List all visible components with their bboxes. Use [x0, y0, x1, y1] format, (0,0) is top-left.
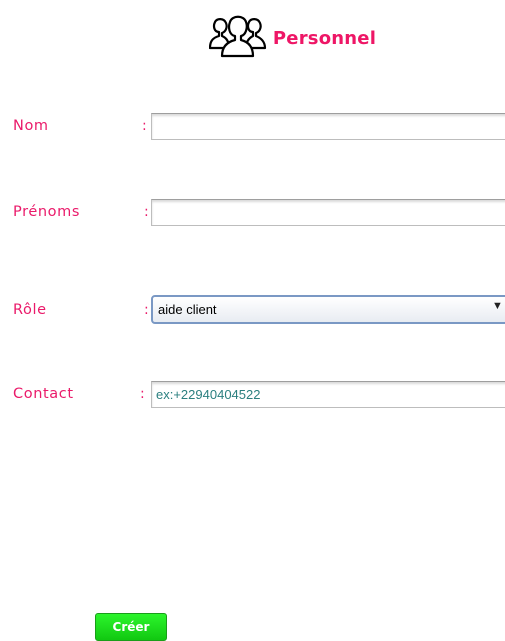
nom-label: Nom [13, 118, 49, 134]
contact-input[interactable] [151, 381, 505, 408]
page-title: Personnel [272, 27, 377, 49]
dropdown-arrow-icon[interactable]: ▼ [492, 300, 503, 312]
contact-colon: : [140, 386, 145, 402]
prenoms-label: Prénoms [13, 204, 80, 220]
nom-colon: : [142, 118, 147, 134]
role-selected-value: aide client [158, 302, 217, 317]
create-button[interactable]: Créer [95, 613, 167, 641]
prenoms-input[interactable] [151, 199, 505, 226]
page-header: Personnel [0, 10, 505, 66]
role-select[interactable]: aide client ▼ [151, 295, 505, 324]
contact-label: Contact [13, 386, 74, 402]
people-group-icon [208, 15, 267, 58]
nom-input[interactable] [151, 113, 505, 140]
role-label: Rôle [13, 302, 47, 318]
role-colon: : [144, 302, 149, 318]
prenoms-colon: : [144, 204, 149, 220]
